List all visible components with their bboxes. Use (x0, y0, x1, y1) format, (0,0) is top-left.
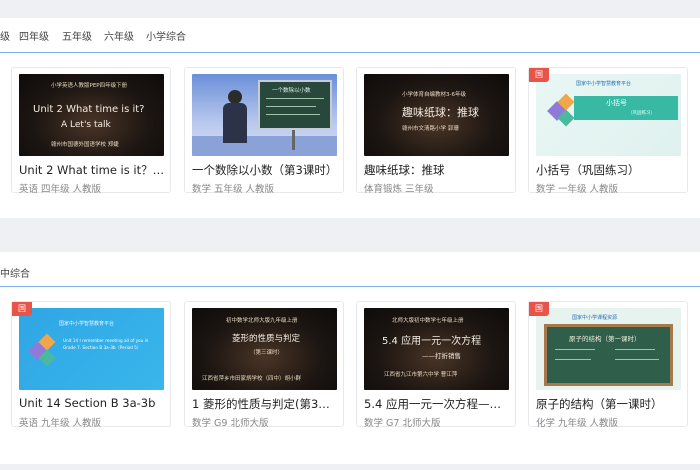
course-card[interactable]: 国 国家中小学智慧教育平台 Unit 14 I remember meeting… (11, 301, 171, 429)
course-title[interactable]: 原子的结构（第一课时） (536, 396, 683, 412)
thumb-line: 趣味纸球：推球 (402, 106, 479, 119)
thumb-line: 5.4 应用一元一次方程 (382, 336, 482, 347)
course-title[interactable]: 趣味纸球：推球 (364, 162, 511, 178)
course-thumbnail: 北师大版初中数学七年级上册 5.4 应用一元一次方程 ——打折销售 江西省九江市… (364, 308, 509, 390)
teacher-figure (223, 103, 247, 143)
course-title[interactable]: 小括号（巩固练习） (536, 162, 683, 178)
course-thumbnail: 小学英语人教版PEP四年级下册 Unit 2 What time is it? … (19, 74, 164, 156)
course-meta: 英语 九年级 人教版 (19, 418, 102, 429)
thumb-line: 江西省九江市第六中学 曹江萍 (384, 372, 458, 378)
board-lines (615, 359, 659, 360)
thumb-line: 北师大版初中数学七年级上册 (392, 318, 464, 324)
thumb-line: （第三课时） (250, 350, 284, 356)
thumb-line: 国家中小学智慧教育平台 (576, 81, 632, 87)
course-card[interactable]: 一个数除以小数 一个数除以小数（第3课时） 数学 五年级 人教版 (184, 67, 344, 195)
thumb-line: 初中数学北师大版九年级上册 (226, 318, 298, 324)
thumb-line: 国家中小学课程资源 (572, 315, 618, 321)
course-card[interactable]: 初中数学北师大版九年级上册 菱形的性质与判定 （第三课时） 江西省萍乡市田家炳学… (184, 301, 344, 429)
thumb-line: 菱形的性质与判定 (232, 334, 301, 344)
tab-grade-4[interactable]: 四年级 (19, 28, 49, 43)
course-thumbnail: 初中数学北师大版九年级上册 菱形的性质与判定 （第三课时） 江西省萍乡市田家炳学… (192, 308, 337, 390)
grade-tabs: 级 四年级 五年级 六年级 小学综合 (0, 18, 700, 52)
tab-grade-partial[interactable]: 级 (0, 28, 10, 43)
thumb-line: 小括号 (606, 99, 627, 107)
course-meta: 数学 G7 北师大版 (364, 418, 441, 429)
blackboard: 一个数除以小数 (258, 80, 332, 130)
course-meta: 英语 四年级 人教版 (19, 184, 102, 195)
board-lines (266, 114, 320, 115)
course-thumbnail: 国家中小学智慧教育平台 小括号 （巩固练习） (536, 74, 681, 156)
course-title[interactable]: 5.4 应用一元一次方程——... (364, 396, 511, 412)
course-thumbnail: 一个数除以小数 (192, 74, 337, 156)
board-stand (292, 130, 295, 150)
course-meta: 数学 五年级 人教版 (192, 184, 275, 195)
course-title[interactable]: 一个数除以小数（第3课时） (192, 162, 339, 178)
course-card[interactable]: 小学体育自编教材3-6年级 趣味纸球：推球 赣州市文清路小学 郭珊 趣味纸球：推… (356, 67, 516, 195)
thumb-line: Unit 2 What time is it? (33, 104, 145, 115)
board-lines (555, 349, 595, 350)
course-thumbnail: 国家中小学智慧教育平台 Unit 14 I remember meeting a… (19, 308, 164, 390)
chalkboard: 原子的结构（第一课时） (544, 324, 673, 386)
thumb-line: 赣州市国德外国语学校 郑婕 (51, 142, 119, 148)
thumb-line: （巩固练习） (628, 111, 655, 116)
board-lines (615, 349, 655, 350)
national-badge: 国 (529, 68, 549, 82)
tab-middle-comprehensive[interactable]: 中综合 (0, 265, 30, 280)
tab-grade-6[interactable]: 六年级 (104, 28, 134, 43)
thumb-line: 一个数除以小数 (272, 88, 311, 94)
tab-grade-5[interactable]: 五年级 (62, 28, 92, 43)
course-meta: 体育锻炼 三年级 (364, 184, 434, 195)
tab-primary-comprehensive[interactable]: 小学综合 (146, 28, 186, 43)
teacher-figure (228, 90, 242, 104)
grade-tabs: 中综合 (0, 252, 700, 286)
board-lines (266, 98, 324, 99)
thumb-line: Grade 7. Section B 3a-3b（Period 5） (63, 345, 142, 350)
thumb-line: A Let's talk (61, 120, 111, 130)
board-lines (266, 106, 316, 107)
course-thumbnail: 小学体育自编教材3-6年级 趣味纸球：推球 赣州市文清路小学 郭珊 (364, 74, 509, 156)
thumb-line: 小学体育自编教材3-6年级 (402, 92, 466, 98)
board-lines (555, 359, 591, 360)
course-card[interactable]: 国 国家中小学课程资源 原子的结构（第一课时） 原子的结构（第一课时） 化学 九… (528, 301, 688, 429)
national-badge: 国 (529, 302, 549, 316)
course-title[interactable]: Unit 14 Section B 3a-3b (19, 396, 166, 410)
course-card[interactable]: 小学英语人教版PEP四年级下册 Unit 2 What time is it? … (11, 67, 171, 195)
course-thumbnail: 国家中小学课程资源 原子的结构（第一课时） (536, 308, 681, 390)
course-card[interactable]: 国 国家中小学智慧教育平台 小括号 （巩固练习） 小括号（巩固练习） 数学 一年… (528, 67, 688, 195)
thumb-line: ——打折销售 (422, 352, 461, 360)
thumb-line: 赣州市文清路小学 郭珊 (402, 126, 459, 132)
studio-floor (192, 136, 337, 156)
section-middle: 中综合 国 国家中小学智慧教育平台 Unit 14 I remember mee… (0, 252, 700, 464)
course-meta: 数学 一年级 人教版 (536, 184, 619, 195)
thumb-line: 小学英语人教版PEP四年级下册 (51, 83, 128, 89)
course-card[interactable]: 北师大版初中数学七年级上册 5.4 应用一元一次方程 ——打折销售 江西省九江市… (356, 301, 516, 429)
course-title[interactable]: Unit 2 What time is it？ A ... (19, 162, 166, 178)
course-meta: 数学 G9 北师大版 (192, 418, 269, 429)
section-divider (0, 52, 700, 53)
thumb-line: 国家中小学智慧教育平台 (59, 321, 115, 327)
thumb-line: 原子的结构（第一课时） (569, 335, 641, 343)
section-primary: 级 四年级 五年级 六年级 小学综合 小学英语人教版PEP四年级下册 Unit … (0, 18, 700, 218)
thumb-line: Unit 14 I remember meeting all of you in (63, 338, 149, 343)
course-meta: 化学 九年级 人教版 (536, 418, 619, 429)
national-badge: 国 (12, 302, 32, 316)
course-title[interactable]: 1 菱形的性质与判定(第3课... (192, 396, 339, 412)
thumb-line: 江西省萍乡市田家炳学校（四中）胡小群 (202, 376, 302, 382)
section-divider (0, 286, 700, 287)
